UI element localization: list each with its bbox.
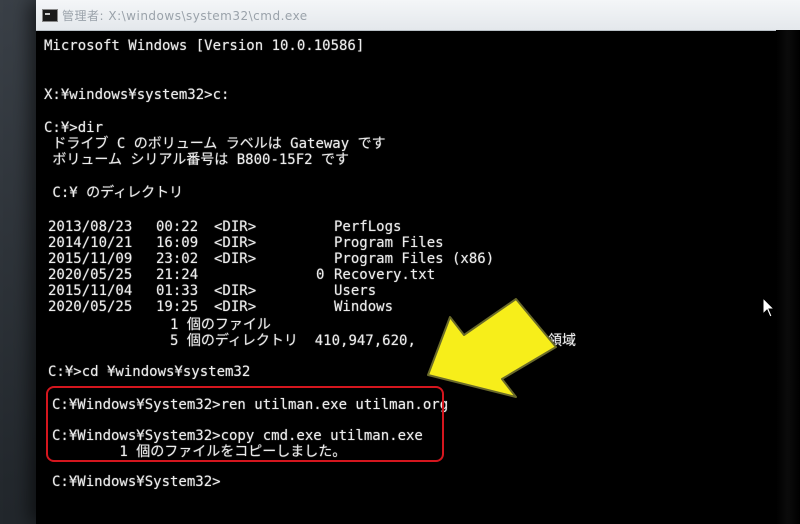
title-bar[interactable]: 管理者: X:\windows\system32\cmd.exe [36,0,800,31]
entry-time: 01:33 [156,283,199,299]
entry-type: <DIR> [214,283,257,299]
entry-time: 21:24 [156,267,199,283]
command-line: C:¥>dir [44,120,104,136]
entry-date: 2020/05/25 [48,267,133,283]
volume-serial-line: ボリューム シリアル番号は B800-15F2 です [44,152,350,168]
entry-time: 19:25 [156,299,199,315]
mouse-cursor-icon [762,297,776,318]
version-line: Microsoft Windows [Version 10.0.10586] [44,38,365,54]
entry-type: <DIR> [214,219,257,235]
entry-type: <DIR> [214,299,257,315]
entry-name: Users [334,283,377,299]
summary-dirs: 5 個のディレクトリ 410,947,620, [170,333,416,349]
entry-time: 16:09 [156,235,199,251]
highlight-box [46,386,444,462]
entry-date: 2015/11/09 [48,251,133,267]
pointer-arrow-icon [427,298,557,398]
entry-date: 2015/11/04 [48,283,133,299]
scrollbar[interactable] [776,30,800,524]
volume-label-line: ドライブ C のボリューム ラベルは Gateway です [44,136,386,152]
entry-size: 0 [316,267,325,283]
entry-name: Recovery.txt [334,267,436,283]
current-prompt[interactable]: C:¥Windows¥System32> [52,474,221,490]
entry-time: 23:02 [156,251,199,267]
entry-date: 2014/10/21 [48,235,133,251]
entry-name: Windows [334,299,394,315]
summary-files: 1 個のファイル [170,317,271,333]
entry-type: <DIR> [214,251,257,267]
directory-header: C:¥ のディレクトリ [44,185,184,201]
entry-date: 2013/08/23 [48,219,133,235]
entry-date: 2020/05/25 [48,299,133,315]
entry-time: 00:22 [156,219,199,235]
entry-name: PerfLogs [334,219,402,235]
cmd-icon [42,9,58,22]
entry-name: Program Files (x86) [334,251,495,267]
entry-type: <DIR> [214,235,257,251]
window-title: 管理者: X:\windows\system32\cmd.exe [62,9,308,23]
command-line: X:¥windows¥system32>c: [44,87,230,103]
command-line: C:¥>cd ¥windows¥system32 [48,364,251,380]
entry-name: Program Files [334,235,444,251]
